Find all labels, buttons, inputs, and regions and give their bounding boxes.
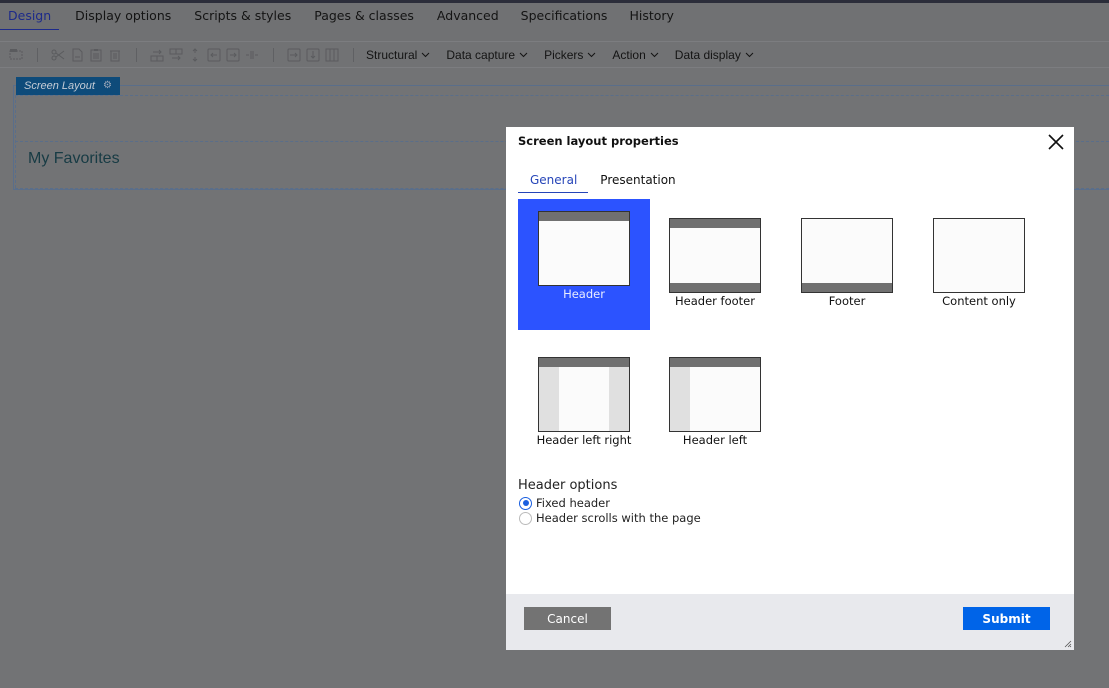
chevron-down-icon bbox=[422, 52, 430, 57]
layout-thumbnail bbox=[669, 218, 761, 293]
resize-handle-icon[interactable] bbox=[1064, 640, 1072, 648]
chevron-down-icon bbox=[650, 52, 659, 57]
tab-advanced[interactable]: Advanced bbox=[429, 3, 507, 41]
cut-icon[interactable] bbox=[50, 47, 65, 62]
insert-row-below-icon[interactable] bbox=[168, 47, 183, 62]
copy-icon[interactable] bbox=[69, 47, 84, 62]
menu-data-display[interactable]: Data display bbox=[675, 48, 754, 62]
menu-label: Action bbox=[612, 47, 646, 62]
screen-layout-tag[interactable]: Screen Layout ⚙ bbox=[16, 77, 120, 95]
radio-label: Fixed header bbox=[536, 496, 610, 510]
chevron-down-icon bbox=[588, 52, 596, 57]
insert-col-right-icon[interactable] bbox=[225, 47, 240, 62]
layout-option-label: Header bbox=[563, 287, 605, 301]
tab-scripts-styles[interactable]: Scripts & styles bbox=[186, 3, 299, 41]
layout-region-divider bbox=[15, 95, 16, 188]
menu-label: Structural bbox=[366, 47, 418, 62]
section-title: My Favorites bbox=[28, 150, 120, 167]
menu-structural[interactable]: Structural bbox=[366, 48, 430, 62]
split-icon[interactable] bbox=[244, 47, 259, 62]
tab-presentation[interactable]: Presentation bbox=[588, 171, 686, 193]
tab-general[interactable]: General bbox=[518, 171, 589, 193]
gear-icon[interactable]: ⚙ bbox=[103, 77, 112, 95]
layout-option-label: Header left right bbox=[536, 433, 632, 447]
layout-thumbnail bbox=[538, 211, 630, 286]
layout-option-label: Footer bbox=[828, 294, 866, 308]
main-tabbar: Design Display options Scripts & styles … bbox=[0, 3, 1109, 41]
menu-label: Data display bbox=[674, 47, 741, 62]
layout-region-divider bbox=[15, 95, 1109, 96]
paste-icon[interactable] bbox=[88, 47, 103, 62]
delete-icon[interactable] bbox=[107, 47, 122, 62]
merge-down-icon[interactable] bbox=[305, 47, 320, 62]
tab-history[interactable]: History bbox=[621, 3, 681, 41]
tab-specifications[interactable]: Specifications bbox=[513, 3, 616, 41]
layout-option-label: Content only bbox=[942, 294, 1016, 308]
chevron-down-icon bbox=[745, 52, 754, 57]
radio-header-scrolls[interactable]: Header scrolls with the page bbox=[519, 511, 701, 525]
radio-button[interactable] bbox=[519, 511, 532, 525]
design-toolbar: Structural Data capture Pickers Action D… bbox=[0, 41, 1109, 68]
radio-label: Header scrolls with the page bbox=[536, 511, 701, 525]
tab-pages-classes[interactable]: Pages & classes bbox=[306, 3, 422, 41]
layout-option-header-footer[interactable]: Header footer bbox=[649, 199, 781, 330]
layout-icon[interactable] bbox=[8, 47, 23, 62]
layout-thumbnail bbox=[538, 357, 630, 432]
submit-button[interactable]: Submit bbox=[963, 607, 1050, 630]
columns-icon[interactable] bbox=[324, 47, 339, 62]
cancel-button[interactable]: Cancel bbox=[524, 607, 611, 630]
close-icon bbox=[1048, 134, 1064, 150]
menu-data-capture[interactable]: Data capture bbox=[446, 48, 528, 62]
screen-layout-properties-dialog: Screen layout properties General Present… bbox=[506, 127, 1074, 650]
close-button[interactable] bbox=[1046, 132, 1066, 152]
screen-layout-label: Screen Layout bbox=[24, 80, 95, 92]
chevron-down-icon bbox=[519, 52, 528, 57]
dialog-title: Screen layout properties bbox=[518, 134, 679, 148]
layout-thumbnail bbox=[933, 218, 1025, 293]
toolbar-divider bbox=[136, 47, 137, 62]
radio-button[interactable] bbox=[519, 496, 532, 510]
dialog-footer: Cancel Submit bbox=[506, 594, 1074, 650]
merge-right-icon[interactable] bbox=[286, 47, 301, 62]
radio-fixed-header[interactable]: Fixed header bbox=[519, 496, 610, 510]
layout-option-footer[interactable]: Footer bbox=[781, 199, 913, 330]
menu-label: Pickers bbox=[544, 47, 584, 62]
move-row-icon[interactable] bbox=[187, 47, 202, 62]
layout-thumbnail bbox=[801, 218, 893, 293]
menu-action[interactable]: Action bbox=[612, 47, 659, 62]
toolbar-divider bbox=[37, 47, 38, 62]
layout-option-header-left-right[interactable]: Header left right bbox=[518, 338, 650, 469]
layout-option-label: Header footer bbox=[675, 294, 755, 308]
layout-option-content-only[interactable]: Content only bbox=[913, 199, 1045, 330]
insert-col-left-icon[interactable] bbox=[206, 47, 221, 62]
layout-thumbnail bbox=[669, 357, 761, 432]
tab-display-options[interactable]: Display options bbox=[67, 3, 179, 41]
tab-design[interactable]: Design bbox=[0, 3, 60, 41]
header-options-title: Header options bbox=[518, 478, 618, 493]
layout-option-header[interactable]: Header bbox=[518, 199, 650, 330]
menu-pickers[interactable]: Pickers bbox=[544, 48, 596, 62]
insert-row-above-icon[interactable] bbox=[149, 47, 164, 62]
menu-label: Data capture bbox=[446, 47, 516, 62]
layout-option-header-left[interactable]: Header left bbox=[649, 338, 781, 469]
toolbar-divider bbox=[353, 47, 354, 62]
toolbar-divider bbox=[273, 47, 274, 62]
layout-option-label: Header left bbox=[682, 433, 748, 447]
dialog-tabs: General Presentation bbox=[518, 171, 687, 193]
